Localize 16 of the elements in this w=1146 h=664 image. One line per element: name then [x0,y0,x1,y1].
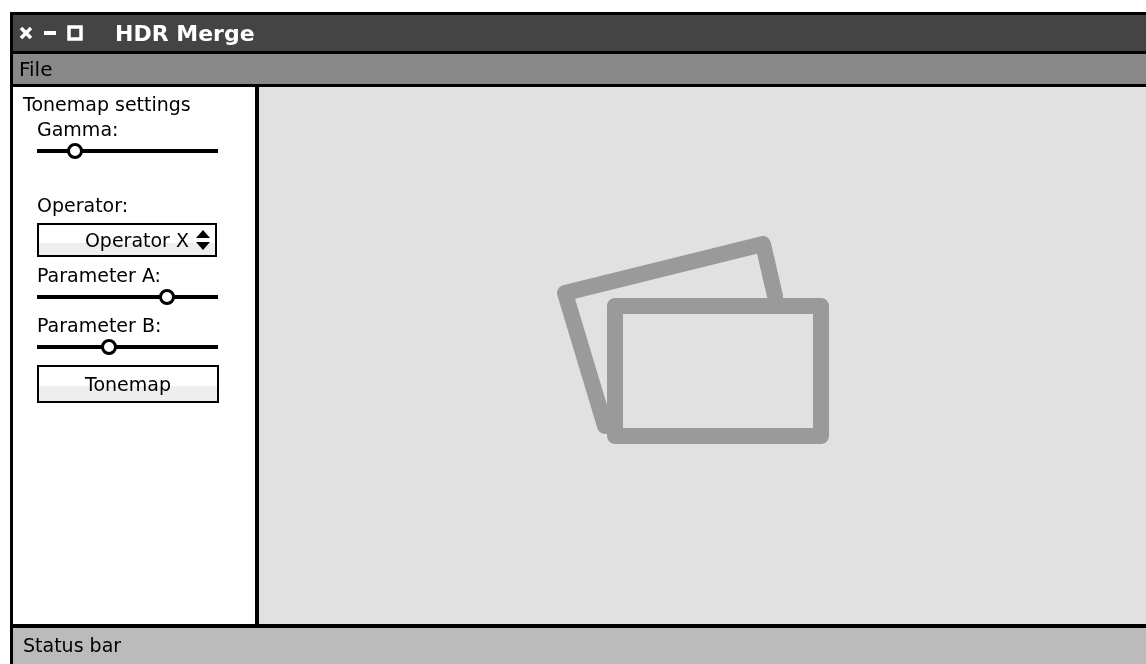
select-label: Operator: [37,193,130,217]
operator-select[interactable]: Operator X [37,223,217,257]
slider-label: Gamma: [37,117,120,141]
updown-icon [195,228,211,252]
slider-thumb[interactable] [159,289,176,305]
close-icon[interactable] [19,26,33,40]
menu-item[interactable]: File [19,57,53,81]
slider-thumb[interactable] [67,143,83,159]
sidebar-title: Tonemap settings [23,93,192,115]
window-title: HDR Merge [115,20,255,46]
status-text: Status bar [23,634,122,656]
tonemap-button[interactable]: Tonemap [37,365,219,403]
maximize-icon[interactable] [67,25,83,41]
slider-thumb[interactable] [101,339,118,355]
slider-label: Parameter B: [37,313,163,337]
slider-label: Parameter A: [37,263,162,287]
